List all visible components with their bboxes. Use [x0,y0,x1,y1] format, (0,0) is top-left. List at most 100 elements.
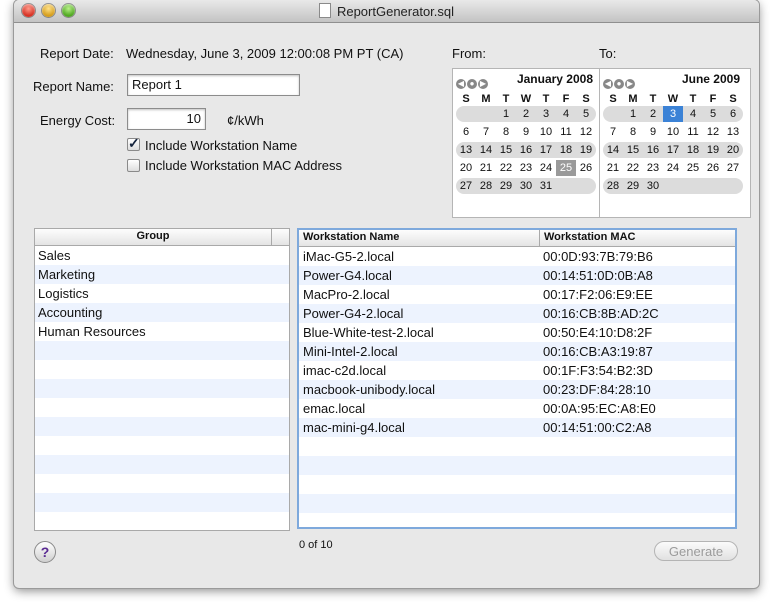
calendar-day[interactable]: 4 [556,106,576,122]
workstation-row[interactable]: mac-mini-g4.local 00:14:51:00:C2:A8 [299,418,735,437]
calendar-day[interactable]: 23 [643,160,663,176]
calendar-day[interactable]: 26 [576,160,596,176]
calendar-day[interactable]: 30 [516,178,536,194]
calendar-day[interactable]: 10 [663,124,683,140]
next-month-icon[interactable]: ▶ [478,79,488,89]
calendar-day[interactable]: 7 [476,124,496,140]
previous-month-icon[interactable]: ◀ [603,79,613,89]
workstation-mac-column-header[interactable]: Workstation MAC [544,231,635,243]
calendar-day[interactable]: 12 [576,124,596,140]
group-column-header[interactable]: Group [35,230,271,242]
calendar-day[interactable]: 11 [683,124,703,140]
calendar-day[interactable]: 20 [723,142,743,158]
calendar-day[interactable]: 25 [556,160,576,176]
calendar-day[interactable]: 17 [536,142,556,158]
to-calendar-nav[interactable]: ◀ ● ▶ [603,74,636,89]
workstation-row[interactable]: imac-c2d.local 00:1F:F3:54:B2:3D [299,361,735,380]
calendar-day[interactable]: 22 [623,160,643,176]
energy-cost-input[interactable]: 10 [127,108,206,130]
group-table[interactable]: Group Sales Marketing Logistics Accounting H… [34,228,290,531]
workstation-row[interactable]: iMac-G5-2.local 00:0D:93:7B:79:B6 [299,247,735,266]
calendar-day[interactable]: 28 [603,178,623,194]
calendar-day[interactable]: 15 [496,142,516,158]
help-button[interactable]: ? [34,541,56,563]
calendar-day[interactable]: 5 [703,106,723,122]
calendar-day[interactable]: 14 [476,142,496,158]
calendar-day[interactable]: 12 [703,124,723,140]
calendar-day[interactable]: 31 [536,178,556,194]
calendar-day[interactable]: 9 [516,124,536,140]
calendar-day[interactable]: 14 [603,142,623,158]
calendar-day[interactable]: 24 [663,160,683,176]
from-calendar-nav[interactable]: ◀ ● ▶ [456,74,489,89]
calendar-day[interactable]: 11 [556,124,576,140]
calendar-day[interactable]: 23 [516,160,536,176]
from-day-grid[interactable]: 1 2 3 4 5 6 7 8 9 10 11 12 13 14 15 16 17 18 19 20 21 22 23 24 2… [456,106,596,196]
calendar-day[interactable]: 29 [623,178,643,194]
calendar-day[interactable]: 30 [643,178,663,194]
calendar-day[interactable]: 28 [476,178,496,194]
today-icon[interactable]: ● [614,79,624,89]
calendar-day[interactable]: 13 [723,124,743,140]
to-calendar[interactable]: ◀ ● ▶ June 2009 SMTWTFS 1 2 3 4 5 6 7 8 9 10 11 12 13 1… [599,68,751,218]
calendar-day[interactable]: 21 [476,160,496,176]
calendar-day[interactable]: 1 [496,106,516,122]
include-name-checkbox[interactable]: ✓ [127,135,140,151]
calendar-day[interactable]: 2 [516,106,536,122]
calendar-day[interactable]: 27 [723,160,743,176]
calendar-day[interactable]: 1 [623,106,643,122]
workstation-row[interactable]: emac.local 00:0A:95:EC:A8:E0 [299,399,735,418]
calendar-day[interactable]: 8 [496,124,516,140]
workstation-row[interactable]: MacPro-2.local 00:17:F2:06:E9:EE [299,285,735,304]
calendar-day[interactable]: 19 [576,142,596,158]
from-calendar[interactable]: ◀ ● ▶ January 2008 SMTWTFS 1 2 3 4 5 6 7 8 9 10 11 12… [452,68,604,218]
next-month-icon[interactable]: ▶ [625,79,635,89]
calendar-day[interactable]: 9 [643,124,663,140]
calendar-day[interactable]: 27 [456,178,476,194]
group-row[interactable]: Logistics [35,284,289,303]
workstation-table-header[interactable]: Workstation Name Workstation MAC [299,230,735,247]
workstation-row[interactable]: Power-G4.local 00:14:51:0D:0B:A8 [299,266,735,285]
calendar-day[interactable]: 20 [456,160,476,176]
calendar-day[interactable]: 4 [683,106,703,122]
calendar-day[interactable]: 13 [456,142,476,158]
calendar-day[interactable]: 18 [683,142,703,158]
calendar-day[interactable]: 10 [536,124,556,140]
calendar-day[interactable]: 3 [663,106,683,122]
calendar-day[interactable]: 24 [536,160,556,176]
include-mac-checkbox[interactable] [127,159,140,172]
calendar-day[interactable]: 16 [516,142,536,158]
group-row[interactable]: Sales [35,246,289,265]
generate-button[interactable]: Generate [654,541,738,561]
calendar-day[interactable]: 8 [623,124,643,140]
calendar-day[interactable]: 29 [496,178,516,194]
previous-month-icon[interactable]: ◀ [456,79,466,89]
group-row[interactable]: Human Resources [35,322,289,341]
calendar-day[interactable]: 2 [643,106,663,122]
workstation-row[interactable]: Power-G4-2.local 00:16:CB:8B:AD:2C [299,304,735,323]
today-icon[interactable]: ● [467,79,477,89]
report-name-input[interactable]: Report 1 [127,74,300,96]
group-table-header[interactable]: Group [35,229,289,246]
calendar-day[interactable]: 21 [603,160,623,176]
title-bar[interactable]: ReportGenerator.sql [14,0,759,23]
calendar-day[interactable]: 5 [576,106,596,122]
group-row[interactable]: Marketing [35,265,289,284]
calendar-day[interactable]: 18 [556,142,576,158]
group-row[interactable]: Accounting [35,303,289,322]
calendar-day[interactable]: 3 [536,106,556,122]
workstation-name-column-header[interactable]: Workstation Name [303,231,399,243]
calendar-day[interactable]: 7 [603,124,623,140]
calendar-day[interactable]: 16 [643,142,663,158]
to-day-grid[interactable]: 1 2 3 4 5 6 7 8 9 10 11 12 13 14 15 16 17 18 19 20 21 22 23 24 2… [603,106,743,196]
calendar-day[interactable]: 19 [703,142,723,158]
calendar-day[interactable]: 26 [703,160,723,176]
workstation-row[interactable]: Mini-Intel-2.local 00:16:CB:A3:19:87 [299,342,735,361]
calendar-day[interactable]: 17 [663,142,683,158]
calendar-day[interactable]: 6 [456,124,476,140]
calendar-day[interactable]: 25 [683,160,703,176]
calendar-day[interactable]: 22 [496,160,516,176]
calendar-day[interactable]: 6 [723,106,743,122]
workstation-table[interactable]: Workstation Name Workstation MAC iMac-G5… [297,228,737,529]
calendar-day[interactable]: 15 [623,142,643,158]
